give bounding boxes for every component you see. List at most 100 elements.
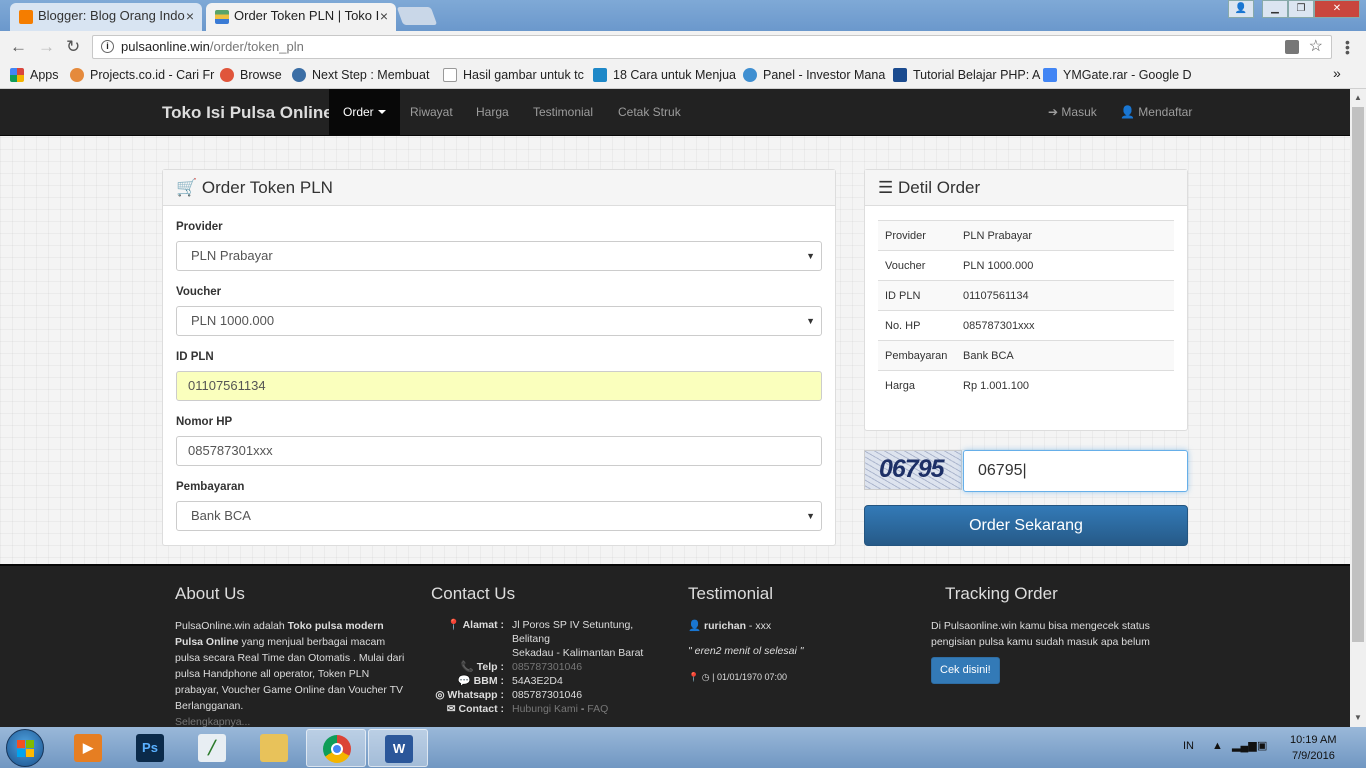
bookmark-browse[interactable]: Browse <box>220 68 282 82</box>
table-row: Harga Rp 1.001.100 <box>878 370 1174 401</box>
tab-label: Order Token PLN | Toko I <box>234 8 380 23</box>
taskbar-photoshop[interactable]: Ps <box>120 729 180 767</box>
payment-select[interactable]: Bank BCA ▼ <box>176 501 822 531</box>
scrollbar-thumb[interactable] <box>1352 107 1364 642</box>
clock-time[interactable]: 10:19 AM <box>1290 734 1336 746</box>
signal-icon[interactable]: ▂▄▆ <box>1232 739 1257 752</box>
browser-tab-strip: Blogger: Blog Orang Indo × Order Token P… <box>0 0 1366 31</box>
close-icon[interactable]: × <box>186 3 194 29</box>
bookmark-projects[interactable]: Projects.co.id - Cari Fr <box>70 68 214 82</box>
nav-riwayat[interactable]: Riwayat <box>396 89 467 135</box>
word-icon: W <box>385 735 413 763</box>
bookmark-star-icon[interactable]: ☆ <box>1309 36 1323 58</box>
address-bar[interactable]: i pulsaonline.win/order/token_pln ☆ <box>92 35 1332 59</box>
about-text: PulsaOnline.win adalah Toko pulsa modern… <box>175 620 405 727</box>
tab-blogger[interactable]: Blogger: Blog Orang Indo × <box>10 3 202 31</box>
whatsapp-icon: ◎ Whatsapp : <box>435 689 504 701</box>
order-detail-panel: ☰ Detil Order Provider PLN Prabayar Vouch… <box>864 169 1188 431</box>
nav-cetak-struk[interactable]: Cetak Struk <box>604 89 695 135</box>
maximize-button[interactable]: ❐ <box>1288 0 1314 18</box>
voucher-select[interactable]: PLN 1000.000 ▼ <box>176 306 822 336</box>
language-indicator[interactable]: IN <box>1183 740 1194 752</box>
blogger-icon <box>19 10 33 24</box>
di-icon <box>893 68 907 82</box>
about-more-link[interactable]: Selengkapnya... <box>175 716 250 727</box>
chart-app-icon: ╱ <box>198 734 226 762</box>
translate-icon[interactable] <box>1285 40 1299 54</box>
bbm-value: 54A3E2D4 <box>512 675 563 687</box>
scroll-down-icon[interactable]: ▼ <box>1354 713 1362 722</box>
site-brand[interactable]: Toko Isi Pulsa Online <box>162 103 333 123</box>
user-icon: 👤 <box>688 620 702 632</box>
bookmarks-more[interactable]: » <box>1333 65 1341 81</box>
caret-down-icon <box>377 110 386 114</box>
chevron-down-icon: ▼ <box>806 251 815 261</box>
bookmark-ymgate[interactable]: YMGate.rar - Google D <box>1043 68 1192 82</box>
back-arrow-icon[interactable]: ← <box>10 37 27 57</box>
network-icon[interactable]: ▣ <box>1257 739 1267 752</box>
captcha-input[interactable]: 06795| <box>963 450 1188 492</box>
s-icon <box>593 68 607 82</box>
bookmark-hasil-gambar[interactable]: Hasil gambar untuk tc <box>443 68 584 82</box>
tray-up-arrow-icon[interactable]: ▲ <box>1212 740 1223 752</box>
menu-icon[interactable]: • • • <box>1345 35 1350 59</box>
hp-label: Nomor HP <box>176 416 233 428</box>
new-tab-button[interactable] <box>396 7 438 25</box>
nav-harga[interactable]: Harga <box>462 89 523 135</box>
taskbar-word[interactable]: W <box>368 729 428 767</box>
table-row: Pembayaran Bank BCA <box>878 340 1174 371</box>
table-row: Provider PLN Prabayar <box>878 220 1174 251</box>
testimonial-quote: " eren2 menit ol selesai " <box>688 645 804 657</box>
nav-login[interactable]: ➔ Masuk <box>1034 89 1111 135</box>
url-path: /order/token_pln <box>209 39 304 54</box>
phone-icon: 📞 Telp : <box>460 661 504 673</box>
table-row: ID PLN 01107561134 <box>878 280 1174 311</box>
reload-icon[interactable]: ↻ <box>66 37 80 57</box>
hubungi-kami-link[interactable]: Hubungi Kami <box>512 703 578 715</box>
order-now-button[interactable]: Order Sekarang <box>864 505 1188 546</box>
taskbar-chart-app[interactable]: ╱ <box>182 729 242 767</box>
bookmark-panel-investor[interactable]: Panel - Investor Mana <box>743 68 885 82</box>
info-icon[interactable]: i <box>101 40 114 53</box>
scroll-up-icon[interactable]: ▲ <box>1354 93 1362 102</box>
faq-link[interactable]: FAQ <box>587 703 608 715</box>
bookmark-next-step[interactable]: Next Step : Membuat <box>292 68 429 82</box>
web-page: Toko Isi Pulsa Online Order Riwayat Harg… <box>0 89 1350 727</box>
provider-label: Provider <box>176 221 223 233</box>
nav-order[interactable]: Order <box>329 89 400 135</box>
close-window-button[interactable]: ✕ <box>1314 0 1360 18</box>
chrome-icon <box>323 735 351 763</box>
order-form-title: 🛒 Order Token PLN <box>163 170 835 206</box>
taskbar-chrome[interactable] <box>306 729 366 767</box>
idpln-input[interactable]: 01107561134 <box>176 371 822 401</box>
telp-value: 085787301046 <box>512 661 583 673</box>
order-form-panel: 🛒 Order Token PLN Provider PLN Prabayar ▼… <box>162 169 836 546</box>
page-scrollbar[interactable]: ▲ ▼ <box>1350 89 1366 727</box>
nav-register[interactable]: 👤 Mendaftar <box>1106 89 1206 135</box>
order-detail-title: ☰ Detil Order <box>865 170 1187 206</box>
hp-input[interactable]: 085787301xxx <box>176 436 822 466</box>
bookmark-18-cara[interactable]: 18 Cara untuk Menjua <box>593 68 736 82</box>
taskbar-media-player[interactable]: ▶ <box>58 729 118 767</box>
table-row: No. HP 085787301xxx <box>878 310 1174 341</box>
cek-disini-button[interactable]: Cek disini! <box>931 657 1000 684</box>
user-icon[interactable]: 👤 <box>1228 0 1254 18</box>
about-title: About Us <box>175 584 245 603</box>
envelope-icon: ✉ Contact : <box>446 703 504 715</box>
contact-title: Contact Us <box>431 584 516 603</box>
globe-icon <box>743 68 757 82</box>
minimize-button[interactable]: ▁ <box>1262 0 1288 18</box>
taskbar-explorer[interactable] <box>244 729 304 767</box>
photoshop-icon: Ps <box>136 734 164 762</box>
close-icon[interactable]: × <box>380 3 388 29</box>
windows-start-button[interactable] <box>6 729 44 767</box>
tab-order-token[interactable]: Order Token PLN | Toko I × <box>206 3 396 31</box>
provider-select[interactable]: PLN Prabayar ▼ <box>176 241 822 271</box>
clock-date[interactable]: 7/9/2016 <box>1292 750 1335 762</box>
bookmark-tutorial-php[interactable]: Tutorial Belajar PHP: A <box>893 68 1040 82</box>
nav-testimonial[interactable]: Testimonial <box>519 89 607 135</box>
whatsapp-value: 085787301046 <box>512 689 583 701</box>
bookmark-apps[interactable]: Apps <box>10 68 59 82</box>
forward-arrow-icon[interactable]: → <box>38 37 55 57</box>
captcha-image: 06795 <box>864 450 962 490</box>
